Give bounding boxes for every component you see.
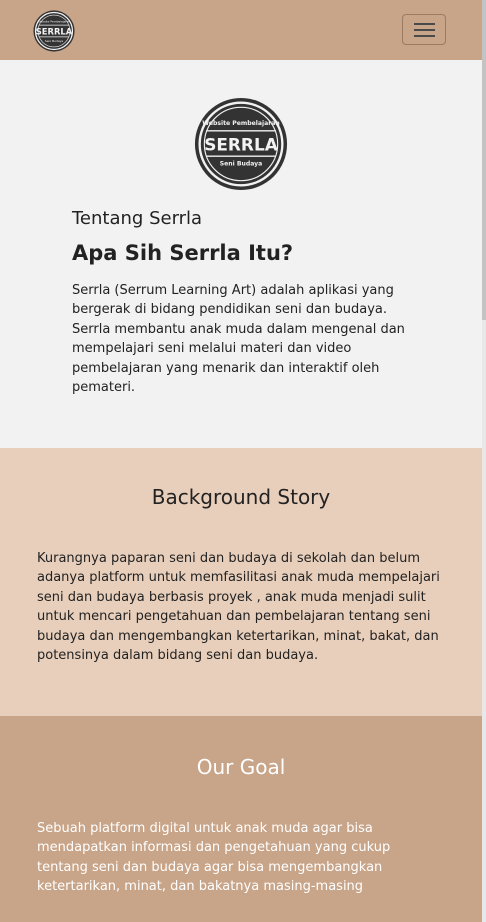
background-story-text: Kurangnya paparan seni dan budaya di sek… — [37, 551, 440, 664]
background-story-section: Background Story Kurangnya paparan seni … — [0, 448, 482, 716]
svg-text:Seni Budaya: Seni Budaya — [45, 39, 63, 43]
navbar-toggle-button[interactable] — [402, 14, 446, 45]
serrla-logo-large-icon: Website Pembelajaran SERRLA Seni Budaya — [194, 97, 288, 191]
scrollbar-thumb[interactable] — [482, 0, 486, 320]
navbar-logo-link[interactable]: Website Pembelajaran SERRLA Seni Budaya — [33, 10, 75, 52]
serrla-logo-icon: Website Pembelajaran SERRLA Seni Budaya — [33, 10, 75, 52]
svg-text:Seni Budaya: Seni Budaya — [220, 161, 263, 168]
about-title: Apa Sih Serrla Itu? — [72, 241, 294, 265]
about-subtitle: Tentang Serrla — [72, 208, 203, 229]
svg-text:SERRLA: SERRLA — [36, 26, 73, 36]
our-goal-text: Sebuah platform digital untuk anak muda … — [37, 821, 391, 895]
navbar: Website Pembelajaran SERRLA Seni Budaya — [0, 0, 482, 60]
our-goal-title: Our Goal — [196, 755, 286, 779]
about-description: Serrla (Serrum Learning Art) adalah apli… — [72, 283, 405, 396]
svg-text:SERRLA: SERRLA — [204, 135, 278, 155]
our-goal-section: Our Goal Sebuah platform digital untuk a… — [0, 716, 482, 922]
background-story-title: Background Story — [151, 485, 331, 509]
svg-text:Website Pembelajaran: Website Pembelajaran — [202, 120, 279, 127]
svg-text:Website Pembelajaran: Website Pembelajaran — [38, 20, 71, 24]
about-section: Website Pembelajaran SERRLA Seni Budaya … — [0, 60, 482, 448]
page: Website Pembelajaran SERRLA Seni Budaya … — [0, 0, 482, 922]
page-scrollbar[interactable] — [482, 0, 486, 922]
